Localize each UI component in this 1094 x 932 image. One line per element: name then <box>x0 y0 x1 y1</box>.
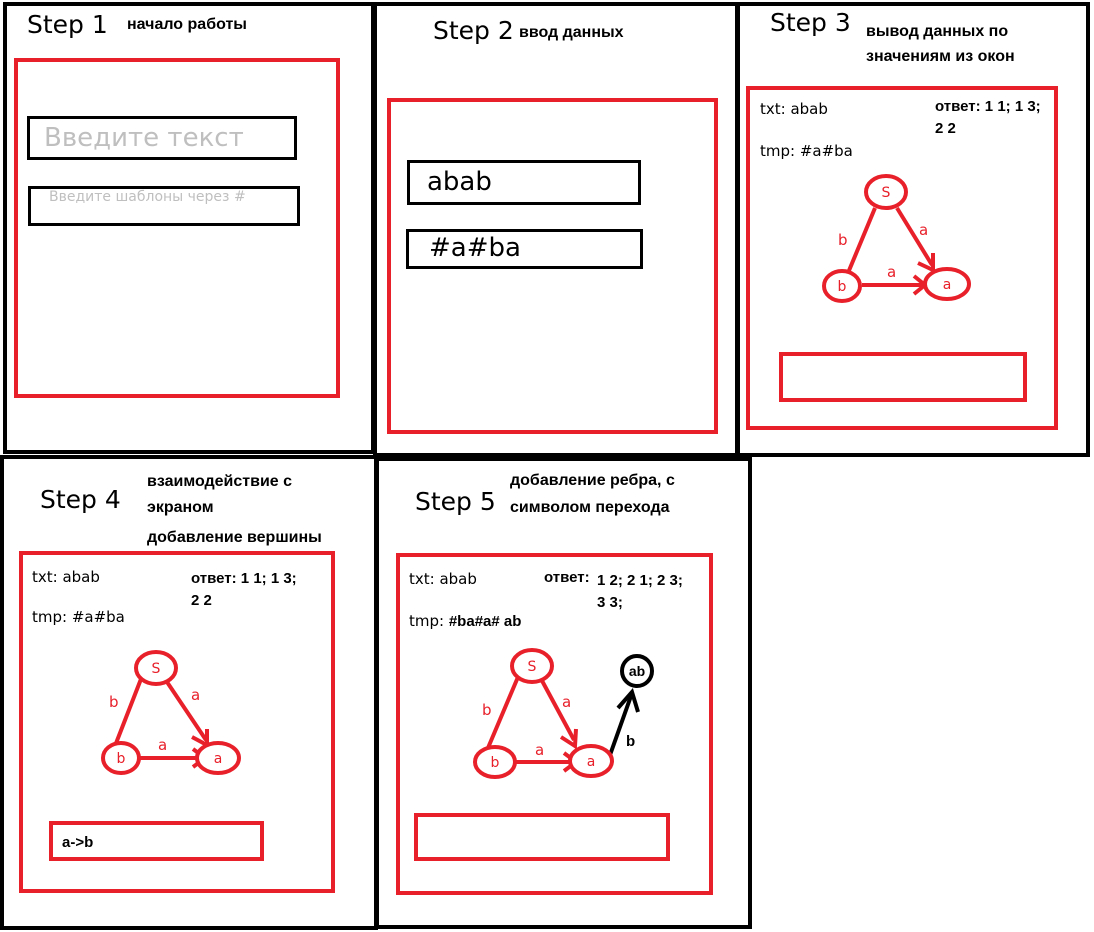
step5-graph[interactable]: b a a b S b a ab <box>470 648 710 820</box>
step3-answer-line2: 2 2 <box>935 120 956 137</box>
step3-node-a-label: a <box>943 277 952 293</box>
step2-panel: Step 2 ввод данных abab #a#ba <box>373 2 739 457</box>
step1-title: Step 1 <box>27 10 108 39</box>
step4-graph[interactable]: b a a S b a <box>101 650 281 805</box>
step5-input-field[interactable] <box>414 813 670 861</box>
step4-panel: Step 4 взаимодействие с экраном добавлен… <box>0 455 378 930</box>
step5-app-window: txt: abab tmp: #ba#a# ab ответ: 1 2; 2 1… <box>396 553 713 895</box>
step1-text-input-placeholder: Введите текст <box>44 123 244 153</box>
step5-node-a-label: a <box>587 754 596 770</box>
step5-answer-line1: 1 2; 2 1; 2 3; <box>597 572 683 589</box>
step3-node-s[interactable]: S <box>864 174 908 210</box>
step3-title: Step 3 <box>770 8 851 37</box>
step5-edge-label-s-b: b <box>482 701 492 719</box>
step3-description-line1: вывод данных по <box>866 23 1009 40</box>
step5-tmp-row: tmp: #ba#a# ab <box>409 612 521 630</box>
step5-node-a[interactable]: a <box>568 744 614 778</box>
step4-input-field[interactable]: a->b <box>49 821 264 861</box>
step5-node-ab[interactable]: ab <box>620 654 654 688</box>
step1-text-input[interactable]: Введите текст <box>27 116 297 160</box>
step3-node-b-label: b <box>838 279 847 295</box>
step4-node-a[interactable]: a <box>195 741 241 775</box>
step4-title: Step 4 <box>40 485 121 514</box>
step3-app-window: txt: abab tmp: #a#ba ответ: 1 1; 1 3; 2 … <box>746 86 1058 430</box>
step3-node-a[interactable]: a <box>923 267 971 301</box>
step5-node-b[interactable]: b <box>473 745 517 779</box>
step4-description-line2: экраном <box>147 499 214 516</box>
step5-node-s-label: S <box>528 659 537 675</box>
step2-text-input-value: abab <box>427 167 492 197</box>
step4-node-b[interactable]: b <box>101 741 141 775</box>
step4-node-b-label: b <box>117 751 126 767</box>
step3-panel: Step 3 вывод данных по значениям из окон… <box>736 2 1090 457</box>
step2-description: ввод данных <box>519 24 624 41</box>
step2-text-input[interactable]: abab <box>407 160 641 205</box>
step5-edge-label-s-a: a <box>562 693 571 711</box>
step3-node-s-label: S <box>882 185 891 201</box>
step5-answer-label: ответ: <box>544 569 590 586</box>
step4-node-a-label: a <box>214 751 223 767</box>
step4-edge-label-b-a: a <box>158 736 167 754</box>
step5-description-line1: добавление ребра, с <box>510 472 675 489</box>
step4-node-s[interactable]: S <box>134 650 178 686</box>
step5-tmp-value: #ba#a# ab <box>448 613 522 630</box>
step4-edge-label-s-b: b <box>109 693 119 711</box>
step5-title: Step 5 <box>415 487 496 516</box>
step2-template-input-value: #a#ba <box>429 233 521 263</box>
step5-panel: Step 5 добавление ребра, с символом пере… <box>375 457 752 929</box>
step1-description: начало работы <box>127 16 247 33</box>
step4-tmp-label: tmp: #a#ba <box>32 608 125 626</box>
step3-tmp-label: tmp: #a#ba <box>760 142 853 160</box>
step5-description-line2: символом перехода <box>510 499 670 516</box>
step4-edge-label-s-a: a <box>191 686 200 704</box>
step4-input-value: a->b <box>62 834 94 851</box>
step4-answer-line1: ответ: 1 1; 1 3; <box>191 570 297 587</box>
step3-node-b[interactable]: b <box>822 269 862 303</box>
step3-graph[interactable]: b a a S b a <box>820 174 1000 335</box>
step4-app-window: txt: abab tmp: #a#ba ответ: 1 1; 1 3; 2 … <box>19 551 335 893</box>
step5-edge-label-a-ab: b <box>626 733 635 750</box>
step1-panel: Step 1 начало работы Введите текст Введи… <box>3 2 375 454</box>
step4-edge-s-b: b <box>109 678 143 752</box>
step5-edge-a-ab: b <box>608 687 640 756</box>
step2-app-window: abab #a#ba <box>387 98 718 434</box>
step1-template-input-placeholder: Введите шаблоны через # <box>49 189 246 205</box>
step5-txt-label: txt: abab <box>409 570 477 588</box>
step4-description-line3: добавление вершины <box>147 529 322 546</box>
step3-description-line2: значениям из окон <box>866 48 1015 65</box>
step1-template-input[interactable]: Введите шаблоны через # <box>28 186 300 226</box>
step4-txt-label: txt: abab <box>32 568 100 586</box>
step4-edge-s-a: a <box>163 677 209 749</box>
step5-node-b-label: b <box>491 755 500 771</box>
step5-edge-label-b-a: a <box>535 741 544 759</box>
step2-title: Step 2 <box>433 16 514 45</box>
step3-input-field[interactable] <box>779 352 1027 402</box>
step3-edge-label-s-a: a <box>919 221 928 239</box>
step3-edge-s-a: a <box>895 206 935 274</box>
step4-description-line1: взаимодействие с <box>147 473 293 490</box>
step2-template-input[interactable]: #a#ba <box>406 229 643 269</box>
step3-answer-line1: ответ: 1 1; 1 3; <box>935 98 1041 115</box>
step5-answer-line2: 3 3; <box>597 594 623 611</box>
step5-edge-b-a: a <box>513 741 580 773</box>
step3-txt-label: txt: abab <box>760 100 828 118</box>
step4-answer-line2: 2 2 <box>191 592 212 609</box>
step3-edge-label-b-a: a <box>887 263 896 281</box>
step5-edge-s-a: a <box>538 676 578 750</box>
step4-node-s-label: S <box>152 661 161 677</box>
step3-edge-b-a: a <box>862 263 929 296</box>
step5-node-s[interactable]: S <box>510 648 554 684</box>
step3-edge-label-s-b: b <box>838 231 848 249</box>
step1-app-window: Введите текст Введите шаблоны через # <box>14 58 340 398</box>
step5-tmp-prefix: tmp: <box>409 612 449 630</box>
step5-node-ab-label: ab <box>629 663 645 679</box>
step5-edge-s-b: b <box>482 676 520 756</box>
